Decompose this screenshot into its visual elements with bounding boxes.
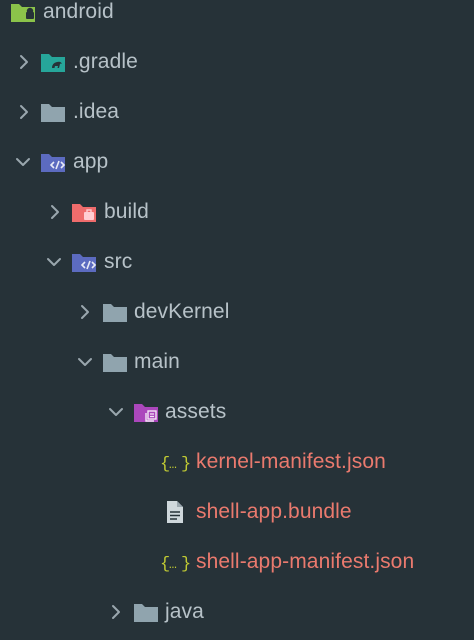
tree-item-main[interactable]: main [0, 338, 474, 386]
chevron-down-icon[interactable] [14, 148, 32, 176]
tree-item-gradle[interactable]: .gradle [0, 38, 474, 86]
tree-item-label: java [165, 600, 204, 623]
folder-icon [102, 350, 128, 374]
svg-text:}: } [181, 455, 191, 474]
tree-item-src[interactable]: src [0, 238, 474, 286]
tree-item-assets[interactable]: assets [0, 388, 474, 436]
tree-item-app[interactable]: app [0, 138, 474, 186]
tree-item-label: devKernel [134, 300, 230, 323]
tree-item-shell-app-manifest[interactable]: { … } shell-app-manifest.json [0, 538, 474, 586]
tree-item-label: android [43, 0, 114, 23]
build-folder-icon [71, 200, 97, 224]
json-file-icon: { … } [160, 450, 192, 474]
tree-item-label: main [134, 350, 180, 373]
svg-text:…: … [169, 457, 177, 472]
svg-text:}: } [181, 555, 191, 574]
tree-item-java[interactable]: java [0, 588, 474, 636]
tree-item-label: shell-app.bundle [196, 500, 352, 523]
tree-item-label: build [104, 200, 149, 223]
tree-item-build[interactable]: build [0, 188, 474, 236]
chevron-right-icon[interactable] [108, 598, 126, 626]
chevron-right-icon[interactable] [47, 198, 65, 226]
json-file-icon: { … } [160, 550, 192, 574]
tree-item-label: .gradle [73, 50, 138, 73]
chevron-down-icon[interactable] [107, 398, 125, 426]
chevron-down-icon[interactable] [76, 348, 94, 376]
tree-item-idea[interactable]: .idea [0, 88, 474, 136]
folder-icon [102, 300, 128, 324]
tree-item-label: shell-app-manifest.json [196, 550, 415, 573]
folder-icon [40, 100, 66, 124]
svg-text:…: … [169, 557, 177, 572]
tree-item-shell-app-bundle[interactable]: shell-app.bundle [0, 488, 474, 536]
tree-item-label: app [73, 150, 109, 173]
folder-icon [133, 600, 159, 624]
tree-item-devkernel[interactable]: devKernel [0, 288, 474, 336]
tree-item-label: .idea [73, 100, 120, 123]
chevron-right-icon[interactable] [16, 98, 34, 126]
tree-item-android[interactable]: android [0, 0, 474, 36]
code-folder-icon [40, 150, 66, 174]
gradle-folder-icon [40, 50, 66, 74]
tree-item-label: assets [165, 400, 227, 423]
assets-folder-icon [133, 400, 159, 424]
chevron-right-icon[interactable] [77, 298, 95, 326]
code-folder-icon [71, 250, 97, 274]
android-folder-icon [10, 0, 36, 24]
project-file-tree: android .gradle .idea app build src devK… [0, 0, 474, 640]
document-file-icon [164, 500, 186, 524]
tree-item-label: kernel-manifest.json [196, 450, 386, 473]
chevron-down-icon[interactable] [45, 248, 63, 276]
tree-item-kernel-manifest[interactable]: { … } kernel-manifest.json [0, 438, 474, 486]
tree-item-label: src [104, 250, 133, 273]
chevron-right-icon[interactable] [16, 48, 34, 76]
